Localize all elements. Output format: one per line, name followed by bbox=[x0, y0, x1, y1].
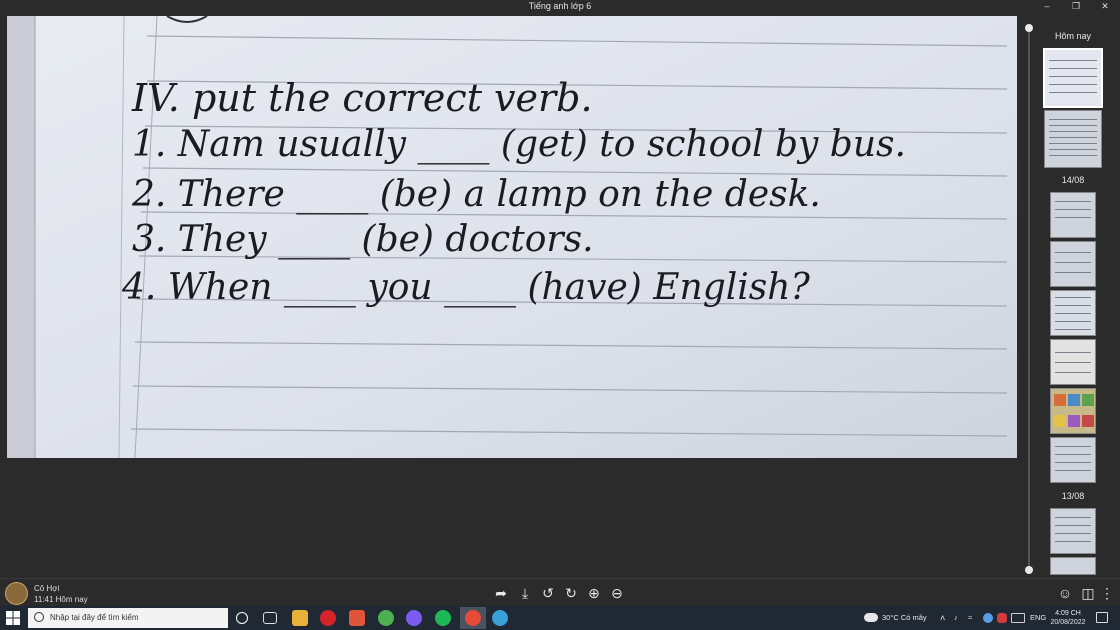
gallery-thumbnail[interactable] bbox=[1050, 557, 1096, 575]
restore-icon[interactable]: ❐ bbox=[1065, 0, 1087, 12]
rotate-left-icon[interactable]: ↺ bbox=[539, 584, 557, 602]
title-bar: Tiếng anh lớp 6 – ❐ ✕ bbox=[0, 0, 1120, 12]
viewer-toolbar: Cô Hợi 11:41 Hôm nay ➦ ⤓ ↺ ↻ ⊕ ⊖ ☺ ◫ ⋮ bbox=[0, 578, 1120, 606]
message-time: 11:41 Hôm nay bbox=[34, 595, 88, 604]
app-icon[interactable] bbox=[492, 610, 508, 626]
windows-taskbar: Nhập tại đây để tìm kiếm 30°C Có mây ˄ ♪… bbox=[0, 606, 1120, 630]
spotify-icon[interactable] bbox=[435, 610, 451, 626]
exercise-heading: IV. put the correct verb. bbox=[131, 76, 593, 120]
taskbar-search-input[interactable]: Nhập tại đây để tìm kiếm bbox=[28, 608, 228, 628]
taskbar-clock[interactable]: 4:09 CH 20/08/2022 bbox=[1050, 609, 1086, 627]
clock-time: 4:09 CH bbox=[1055, 610, 1081, 617]
notebook-page: IV. put the correct verb. 1. Nam usually… bbox=[7, 16, 1017, 458]
image-viewer: IV. put the correct verb. 1. Nam usually… bbox=[0, 12, 1022, 578]
chevron-up-icon[interactable]: ˄ bbox=[940, 606, 945, 630]
gallery-thumbnail[interactable] bbox=[1044, 110, 1102, 168]
file-explorer-icon[interactable] bbox=[292, 610, 308, 626]
gallery-section-date: 14/08 bbox=[1061, 175, 1085, 185]
zoom-in-icon[interactable]: ⊕ bbox=[585, 584, 603, 602]
task-view-icon[interactable] bbox=[263, 612, 277, 624]
windows-start-icon[interactable] bbox=[6, 611, 20, 625]
gallery-thumbnail[interactable] bbox=[1050, 437, 1096, 483]
zoom-out-icon[interactable]: ⊖ bbox=[608, 584, 626, 602]
tray-app-icon[interactable] bbox=[983, 613, 993, 623]
sender-name: Cô Hợi bbox=[34, 584, 60, 593]
gallery-thumbnail[interactable] bbox=[1050, 508, 1096, 554]
language-indicator[interactable]: ENG bbox=[1030, 606, 1046, 630]
browser-icon[interactable] bbox=[378, 610, 394, 626]
wifi-icon[interactable]: ≈ bbox=[968, 606, 972, 630]
notebook-photo[interactable]: IV. put the correct verb. 1. Nam usually… bbox=[7, 16, 1017, 458]
exercise-line-4: 4. When ____ you ____ (have) English? bbox=[121, 267, 810, 308]
gallery-thumbnail[interactable] bbox=[1050, 192, 1096, 238]
share-icon[interactable]: ➦ bbox=[492, 584, 510, 602]
messenger-icon[interactable] bbox=[406, 610, 422, 626]
gallery-thumbnail[interactable] bbox=[1050, 241, 1096, 287]
opera-icon[interactable] bbox=[320, 610, 336, 626]
cortana-icon[interactable] bbox=[236, 612, 248, 624]
window-title: Tiếng anh lớp 6 bbox=[528, 1, 592, 11]
app-icon[interactable] bbox=[349, 610, 365, 626]
photo-gallery-sidebar: Hôm nay 14/08 13/08 bbox=[1022, 12, 1120, 578]
search-icon bbox=[34, 612, 44, 622]
exercise-line-3: 3. They ____ (be) doctors. bbox=[132, 219, 594, 260]
gallery-section-today: Hôm nay bbox=[1054, 31, 1091, 41]
add-reaction-icon[interactable]: ☺ bbox=[1056, 584, 1074, 602]
avatar[interactable] bbox=[5, 582, 28, 605]
exercise-line-1: 1. Nam usually ____ (get) to school by b… bbox=[132, 124, 906, 165]
cloud-icon bbox=[864, 613, 878, 622]
scroll-top-handle[interactable] bbox=[1025, 24, 1033, 32]
rotate-right-icon[interactable]: ↻ bbox=[562, 584, 580, 602]
clock-date: 20/08/2022 bbox=[1050, 619, 1086, 626]
download-icon[interactable]: ⤓ bbox=[516, 584, 534, 602]
layout-icon[interactable]: ◫ bbox=[1079, 584, 1097, 602]
close-icon[interactable]: ✕ bbox=[1094, 0, 1116, 12]
sender-info: Cô Hợi 11:41 Hôm nay bbox=[34, 583, 88, 605]
gallery-thumbnail[interactable] bbox=[1050, 290, 1096, 336]
minimize-icon[interactable]: – bbox=[1036, 0, 1058, 12]
keyboard-icon[interactable] bbox=[1011, 613, 1025, 623]
weather-text[interactable]: 30°C Có mây bbox=[882, 606, 927, 630]
scroll-bottom-handle[interactable] bbox=[1025, 566, 1033, 574]
zalo-icon-active[interactable] bbox=[460, 607, 486, 629]
gallery-section-date: 13/08 bbox=[1061, 491, 1085, 501]
search-placeholder: Nhập tại đây để tìm kiếm bbox=[50, 613, 139, 622]
volume-icon[interactable]: ♪ bbox=[954, 606, 958, 630]
exercise-line-2: 2. There ____ (be) a lamp on the desk. bbox=[131, 174, 821, 215]
tray-app-icon[interactable] bbox=[997, 613, 1007, 623]
gallery-thumbnail[interactable] bbox=[1043, 48, 1103, 108]
gallery-thumbnail[interactable] bbox=[1050, 339, 1096, 385]
gallery-scrollbar[interactable] bbox=[1028, 26, 1030, 570]
more-icon[interactable]: ⋮ bbox=[1098, 584, 1116, 602]
notification-icon[interactable] bbox=[1096, 612, 1108, 623]
gallery-thumbnail[interactable] bbox=[1050, 388, 1096, 434]
